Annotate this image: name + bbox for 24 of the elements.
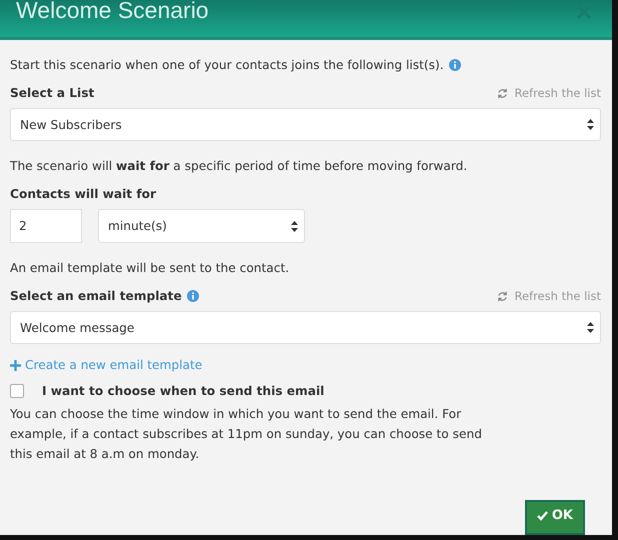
refresh-icon: [497, 88, 508, 98]
help-text: You can choose the time window in which you want to send the email. For example, if a contact subscribes at 11pm on sunday, you can choose to send this email at 8 a.m on monday.: [10, 406, 483, 463]
field-label: Select a List: [10, 86, 94, 100]
template-text: An email template will be sent to the contact.: [10, 261, 290, 275]
intro-text: Start this scenario when one of your contacts joins the following list(s).: [10, 58, 444, 72]
dropdown-arrows-icon: [291, 220, 298, 232]
dropdown-arrows-icon: [587, 322, 594, 333]
wait-text: The scenario will wait for a specific period of time before moving forward.: [10, 159, 468, 173]
info-icon: [186, 290, 199, 302]
field-label: Select an email template: [10, 289, 182, 303]
dropdown-arrows-icon: [587, 119, 594, 130]
amount-field[interactable]: 2: [10, 209, 82, 243]
info-icon: [448, 59, 461, 71]
template-select[interactable]: Welcome message: [10, 311, 601, 344]
list-select[interactable]: New Subscribers: [10, 108, 601, 141]
plus-icon: [10, 360, 21, 370]
ok-button[interactable]: OK: [524, 500, 585, 535]
checkbox[interactable]: [10, 384, 24, 398]
unit-select[interactable]: minute(s): [98, 209, 305, 243]
field-label: Contacts will wait for: [10, 187, 156, 201]
refresh-icon: [497, 290, 508, 302]
dialog-title: Welcome Scenario: [16, 0, 209, 24]
checkbox-label: I want to choose when to send this email: [42, 384, 324, 398]
checkmark-icon: [536, 510, 548, 520]
